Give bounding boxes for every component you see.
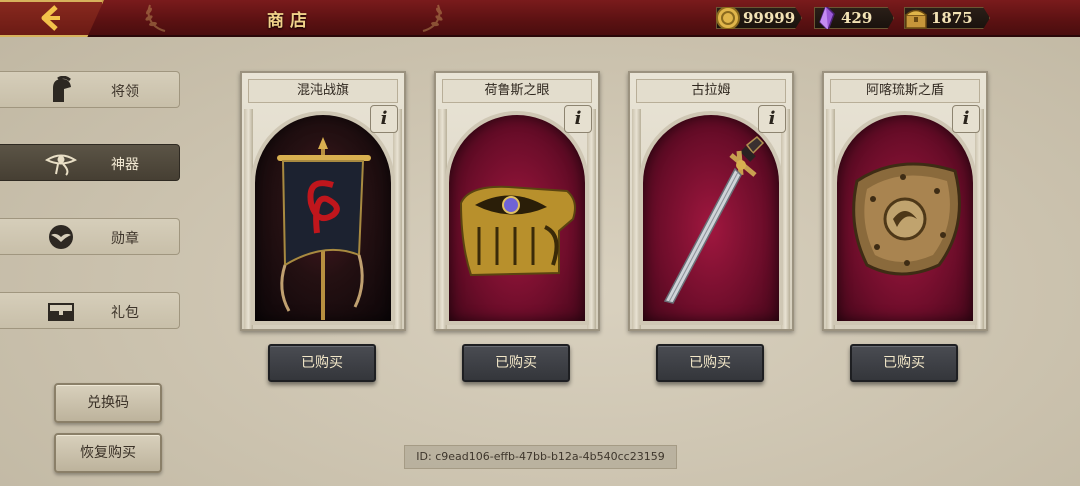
info-button[interactable]: i [370, 105, 398, 133]
sword-icon [663, 135, 765, 304]
purchased-button[interactable]: 已购买 [268, 344, 376, 382]
product-art-frame [833, 111, 977, 325]
gold-amount: 99999 [743, 9, 796, 27]
chevron-left-icon [41, 5, 60, 31]
top-bar: 商店 99999 429 1875 [0, 0, 1080, 37]
info-button[interactable]: i [564, 105, 592, 133]
product-name: 混沌战旗 [248, 79, 398, 103]
product-name: 阿喀琉斯之盾 [830, 79, 980, 103]
product-name: 古拉姆 [636, 79, 786, 103]
restore-purchase-button[interactable]: 恢复购买 [54, 433, 162, 473]
redeem-code-button[interactable]: 兑换码 [54, 383, 162, 423]
eagle-medal-icon [49, 225, 73, 249]
sidebar-item-label: 将领 [111, 84, 139, 100]
product-art-frame [251, 111, 395, 325]
back-button[interactable] [0, 0, 104, 37]
sidebar-item-label: 神器 [111, 157, 139, 173]
info-button[interactable]: i [952, 105, 980, 133]
product-art-frame [445, 111, 589, 325]
product-art-frame [639, 111, 783, 325]
device-id-label: ID: c9ead106-effb-47bb-b12a-4b540cc23159 [404, 445, 677, 469]
sidebar-item-label: 勋章 [111, 231, 139, 247]
sidebar-item-artifacts[interactable]: 神器 [0, 144, 180, 181]
sidebar-item-medals[interactable]: 勋章 [0, 218, 180, 255]
product-card[interactable]: 混沌战旗 i [240, 71, 406, 331]
chaos-banner-icon [277, 137, 371, 320]
currency-crystal: 429 [814, 7, 894, 29]
sidebar-item-generals[interactable]: 将领 [0, 71, 180, 108]
laurel-left-icon [145, 4, 166, 32]
chest-amount: 1875 [931, 9, 973, 27]
eye-of-horus-icon [44, 154, 78, 176]
laurel-right-icon [422, 4, 443, 32]
spartan-helmet-icon [53, 76, 71, 102]
purple-crystal-icon [819, 7, 835, 29]
currency-gold: 99999 [716, 7, 802, 29]
shield-icon [852, 162, 961, 276]
product-card[interactable]: 荷鲁斯之眼 i [434, 71, 600, 331]
purchased-button[interactable]: 已购买 [656, 344, 764, 382]
gold-coin-icon [716, 7, 740, 29]
purchased-button[interactable]: 已购买 [462, 344, 570, 382]
chest-icon [48, 303, 74, 321]
eye-of-horus-ring-icon [459, 185, 576, 277]
sidebar-item-packs[interactable]: 礼包 [0, 292, 180, 329]
currency-chest: 1875 [904, 7, 990, 29]
product-card[interactable]: 阿喀琉斯之盾 i [822, 71, 988, 331]
crystal-amount: 429 [841, 9, 873, 27]
product-card[interactable]: 古拉姆 i [628, 71, 794, 331]
treasure-chest-icon [905, 9, 927, 29]
purchased-button[interactable]: 已购买 [850, 344, 958, 382]
sidebar-item-label: 礼包 [111, 305, 139, 321]
info-button[interactable]: i [758, 105, 786, 133]
page-title: 商店 [267, 11, 313, 31]
product-name: 荷鲁斯之眼 [442, 79, 592, 103]
